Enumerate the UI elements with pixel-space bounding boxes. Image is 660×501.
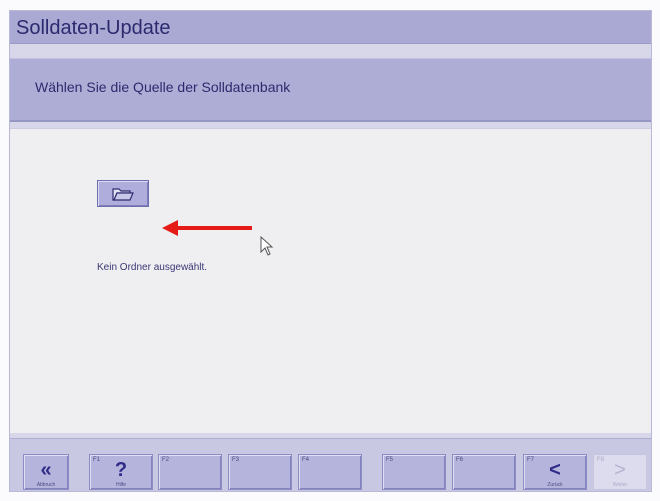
- content-area: [10, 128, 651, 433]
- button-caption: Hilfe: [115, 482, 126, 488]
- back-button[interactable]: F7 < Zurück: [523, 454, 587, 490]
- f6-button[interactable]: F6: [452, 454, 516, 490]
- instruction-band: Wählen Sie die Quelle der Solldatenbank: [10, 58, 651, 122]
- help-button[interactable]: F1 ? Hilfe: [89, 454, 153, 490]
- red-arrow-annotation: [162, 220, 252, 236]
- chevron-left-icon: <: [549, 459, 561, 481]
- help-icon: ?: [114, 459, 128, 481]
- function-key-label: F4: [302, 457, 310, 463]
- select-folder-button[interactable]: [97, 180, 149, 207]
- f5-button[interactable]: F5: [382, 454, 446, 490]
- function-key-label: F2: [162, 457, 170, 463]
- f3-button[interactable]: F3: [228, 454, 292, 490]
- mouse-pointer-icon: [260, 236, 274, 256]
- function-key-label: F3: [232, 457, 240, 463]
- button-caption: Zurück: [547, 482, 563, 488]
- folder-status-text: Kein Ordner ausgewählt.: [97, 262, 208, 273]
- cancel-button[interactable]: « Abbruch: [23, 454, 69, 490]
- f4-button[interactable]: F4: [298, 454, 362, 490]
- window-title: Solldaten-Update: [16, 17, 171, 39]
- next-button[interactable]: F8 > Weiter: [593, 454, 647, 490]
- folder-open-icon: [112, 187, 134, 201]
- function-key-label: F5: [386, 457, 394, 463]
- chevron-right-icon: >: [614, 459, 626, 481]
- double-chevron-left-icon: «: [40, 459, 52, 481]
- button-caption: Weiter: [612, 482, 628, 488]
- instruction-text: Wählen Sie die Quelle der Solldatenbank: [35, 79, 291, 95]
- application-window: Solldaten-Update Wählen Sie die Quelle d…: [0, 0, 660, 501]
- function-key-label: F6: [456, 457, 464, 463]
- title-bar: Solldaten-Update: [10, 11, 651, 44]
- button-caption: Abbruch: [36, 482, 56, 488]
- f2-button[interactable]: F2: [158, 454, 222, 490]
